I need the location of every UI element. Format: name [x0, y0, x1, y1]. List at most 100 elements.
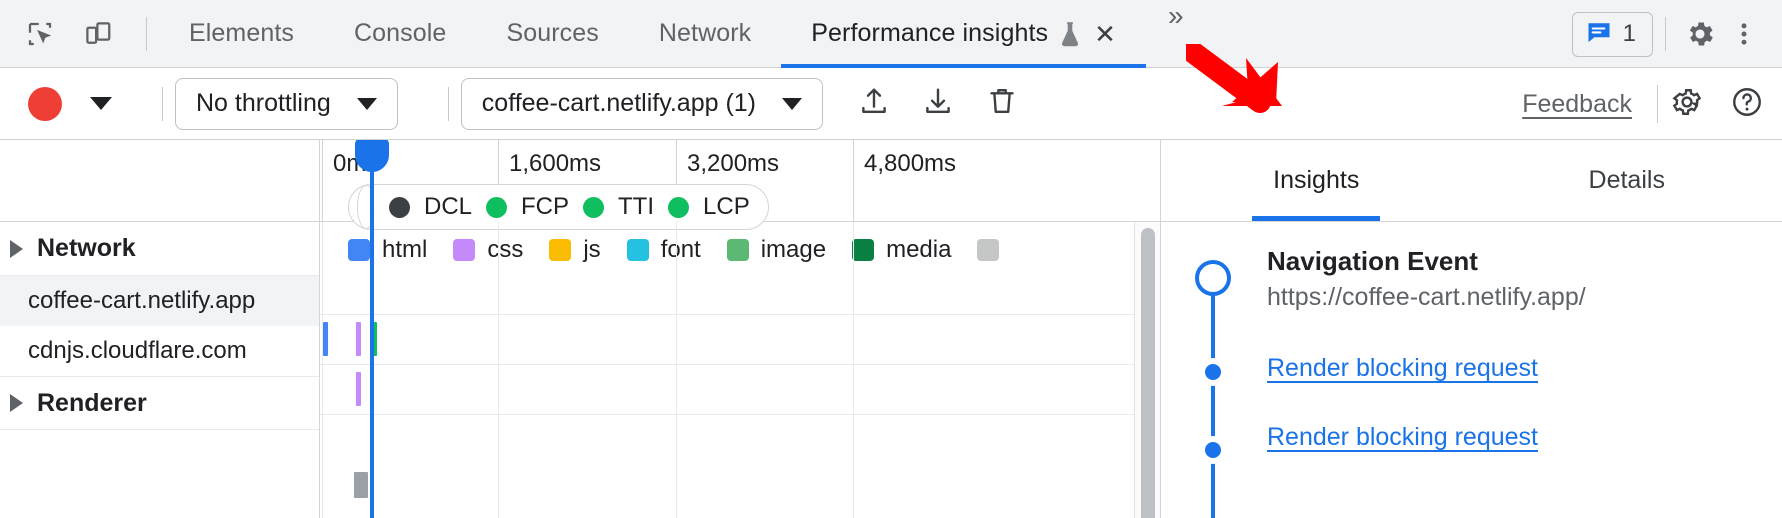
marker-label: FCP — [521, 193, 569, 221]
insights-tabs: Insights Details — [1161, 140, 1782, 222]
track-divider — [320, 364, 1160, 365]
render-blocking-request-link[interactable]: Render blocking request — [1267, 423, 1770, 452]
tab-overflow-icon[interactable]: » — [1146, 0, 1206, 68]
timeline-tracks — [320, 222, 1160, 518]
timeline-tick: 4,800ms — [853, 140, 854, 222]
marker-label: LCP — [703, 193, 750, 221]
insight-node-icon — [1199, 358, 1227, 386]
track-row-label: coffee-cart.netlify.app — [28, 287, 255, 315]
grid-line — [676, 222, 677, 518]
inspect-element-icon[interactable] — [18, 12, 62, 56]
marker-label: TTI — [618, 193, 654, 221]
capture-settings-gear-icon[interactable] — [1670, 85, 1704, 124]
tab-label: Performance insights — [811, 19, 1048, 48]
track-row-cdnjs[interactable]: cdnjs.cloudflare.com — [0, 326, 319, 376]
feedback-link[interactable]: Feedback — [1522, 90, 1632, 119]
issues-message-icon — [1585, 18, 1613, 51]
tab-performance-insights[interactable]: Performance insights ✕ — [781, 0, 1146, 68]
insights-timeline-rail — [1195, 246, 1231, 518]
track-group-renderer[interactable]: Renderer — [0, 376, 319, 430]
timeline-scrollbar[interactable] — [1134, 222, 1160, 518]
timeline-tick-label: 1,600ms — [509, 150, 601, 178]
render-blocking-request-link[interactable]: Render blocking request — [1267, 354, 1770, 383]
navigation-event-title: Navigation Event — [1267, 246, 1770, 277]
throttling-select[interactable]: No throttling — [175, 78, 398, 130]
experiment-flask-icon — [1060, 21, 1080, 47]
devtools-tabbar: Elements Console Sources Network Perform… — [0, 0, 1782, 68]
tab-sources[interactable]: Sources — [476, 0, 628, 68]
insights-list: Navigation Event https://coffee-cart.net… — [1161, 222, 1782, 518]
insights-content: Navigation Event https://coffee-cart.net… — [1267, 246, 1770, 452]
kebab-menu-icon[interactable] — [1722, 12, 1766, 56]
timeline-canvas[interactable]: 0ms 1,600ms 3,200ms 4,800ms DCL FCP — [320, 140, 1160, 518]
request-bar[interactable] — [356, 372, 361, 406]
rail-line — [1211, 280, 1215, 518]
fcp-marker-icon — [486, 197, 507, 218]
timeline-tick: 0ms — [322, 140, 323, 222]
grid-line — [322, 222, 323, 518]
devtools-tool-icons — [0, 12, 159, 56]
trash-icon[interactable] — [985, 84, 1019, 123]
tab-label: Details — [1589, 166, 1665, 195]
device-toolbar-icon[interactable] — [76, 12, 120, 56]
marker-label: DCL — [424, 193, 472, 221]
lcp-marker-icon — [668, 197, 689, 218]
tab-network[interactable]: Network — [629, 0, 781, 68]
performance-toolbar: No throttling coffee-cart.netlify.app (1… — [0, 68, 1782, 140]
tab-label: Elements — [189, 19, 294, 48]
track-row-coffee-cart[interactable]: coffee-cart.netlify.app — [0, 276, 319, 326]
request-bar[interactable] — [323, 322, 328, 356]
chevron-right-icon — [10, 240, 23, 258]
track-group-label: Network — [37, 234, 136, 263]
tab-label: Sources — [506, 19, 598, 48]
feedback-link-wrap: Feedback — [1522, 68, 1632, 140]
record-button[interactable] — [28, 87, 62, 121]
performance-body: Network coffee-cart.netlify.app cdnjs.cl… — [0, 140, 1782, 518]
devtools-window: Elements Console Sources Network Perform… — [0, 0, 1782, 518]
track-names-header — [0, 140, 319, 222]
issues-count: 1 — [1623, 20, 1636, 48]
grid-line — [498, 222, 499, 518]
issues-badge[interactable]: 1 — [1572, 12, 1653, 57]
chevron-right-icon — [10, 394, 23, 412]
chevron-down-icon — [782, 98, 802, 110]
insight-node-icon — [1199, 436, 1227, 464]
tab-insights[interactable]: Insights — [1161, 140, 1472, 221]
target-page-value: coffee-cart.netlify.app (1) — [482, 89, 756, 118]
timeline-tick-label: 4,800ms — [864, 150, 956, 178]
panel-tabs: Elements Console Sources Network Perform… — [159, 0, 1206, 68]
toolbar-divider — [1657, 85, 1658, 123]
toolbar-divider — [162, 87, 163, 121]
navigation-node-icon — [1195, 260, 1231, 296]
tab-label: Insights — [1273, 166, 1359, 195]
track-group-network[interactable]: Network — [0, 222, 319, 276]
toolbar-divider — [448, 87, 449, 121]
chevron-down-icon — [357, 98, 377, 110]
download-icon[interactable] — [921, 84, 955, 123]
help-icon[interactable] — [1730, 85, 1764, 124]
track-names-panel: Network coffee-cart.netlify.app cdnjs.cl… — [0, 140, 320, 518]
tabbar-actions: 1 — [1572, 0, 1782, 68]
scrollbar-thumb[interactable] — [1141, 228, 1155, 518]
timeline-tick-label: 3,200ms — [687, 150, 779, 178]
dcl-marker-icon — [389, 197, 410, 218]
tab-console[interactable]: Console — [324, 0, 476, 68]
target-page-select[interactable]: coffee-cart.netlify.app (1) — [461, 78, 823, 130]
close-icon[interactable]: ✕ — [1094, 21, 1116, 47]
throttling-value: No throttling — [196, 89, 331, 118]
tti-marker-icon — [583, 197, 604, 218]
insights-panel: Insights Details Navigation Event https:… — [1160, 140, 1782, 518]
tab-label: Network — [659, 19, 751, 48]
tab-elements[interactable]: Elements — [159, 0, 324, 68]
timeline-playhead[interactable] — [370, 140, 374, 518]
navigation-event-url: https://coffee-cart.netlify.app/ — [1267, 283, 1770, 312]
toolbar-right-actions — [1670, 68, 1764, 140]
request-bar[interactable] — [356, 322, 361, 356]
upload-icon[interactable] — [857, 84, 891, 123]
track-group-label: Renderer — [37, 389, 147, 418]
record-options-chevron-down-icon[interactable] — [90, 97, 112, 110]
renderer-activity-bar[interactable] — [354, 472, 368, 498]
tabbar-divider — [1665, 17, 1666, 51]
tab-details[interactable]: Details — [1472, 140, 1782, 221]
gear-icon[interactable] — [1678, 12, 1722, 56]
